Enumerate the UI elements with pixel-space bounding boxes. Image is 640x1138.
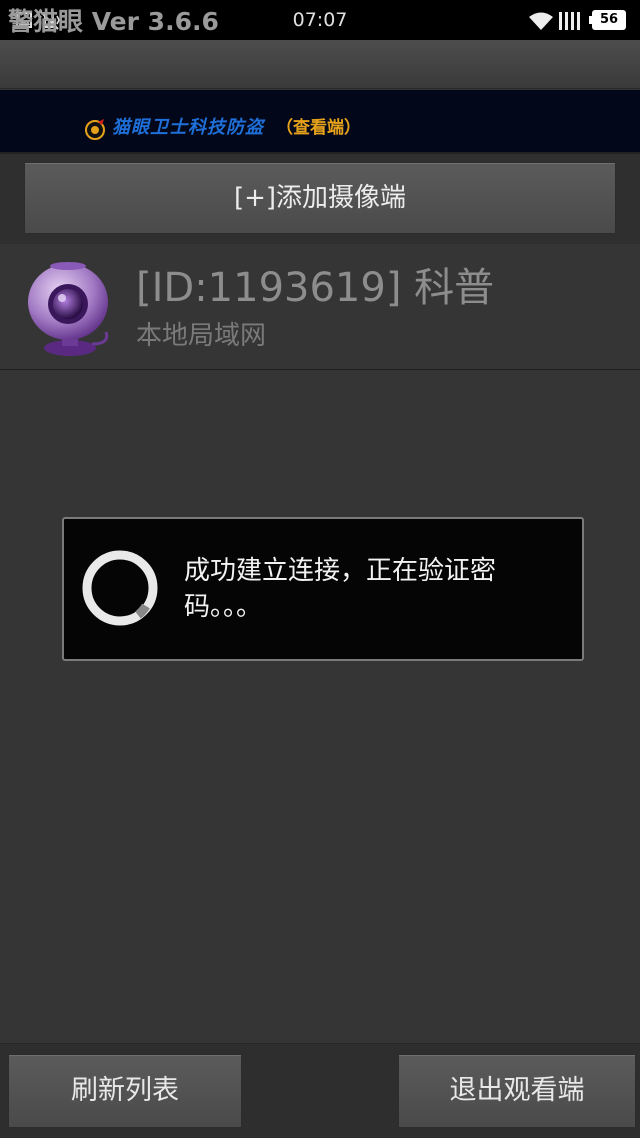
device-title: [ID:1193619] 科普 xyxy=(136,265,495,311)
loading-spinner-icon xyxy=(82,550,158,626)
cateye-logo-icon xyxy=(85,119,105,140)
app-title: 警猫眼 Ver 3.6.6 xyxy=(8,7,219,36)
add-camera-button[interactable]: [+]添加摄像端 xyxy=(24,162,616,234)
signal-icon xyxy=(559,12,580,30)
dialog-message: 成功建立连接，正在验证密码。。。 xyxy=(184,556,497,622)
refresh-list-button[interactable]: 刷新列表 xyxy=(8,1054,242,1128)
webcam-icon xyxy=(28,262,109,356)
device-network: 本地局域网 xyxy=(136,321,267,351)
banner-subtitle: （查看端） xyxy=(276,118,361,138)
exit-viewer-button[interactable]: 退出观看端 xyxy=(398,1054,636,1128)
battery-icon: 56 xyxy=(589,10,626,30)
banner-brand: 猫眼卫士科技防盗 xyxy=(112,117,264,138)
wifi-icon xyxy=(529,12,553,30)
